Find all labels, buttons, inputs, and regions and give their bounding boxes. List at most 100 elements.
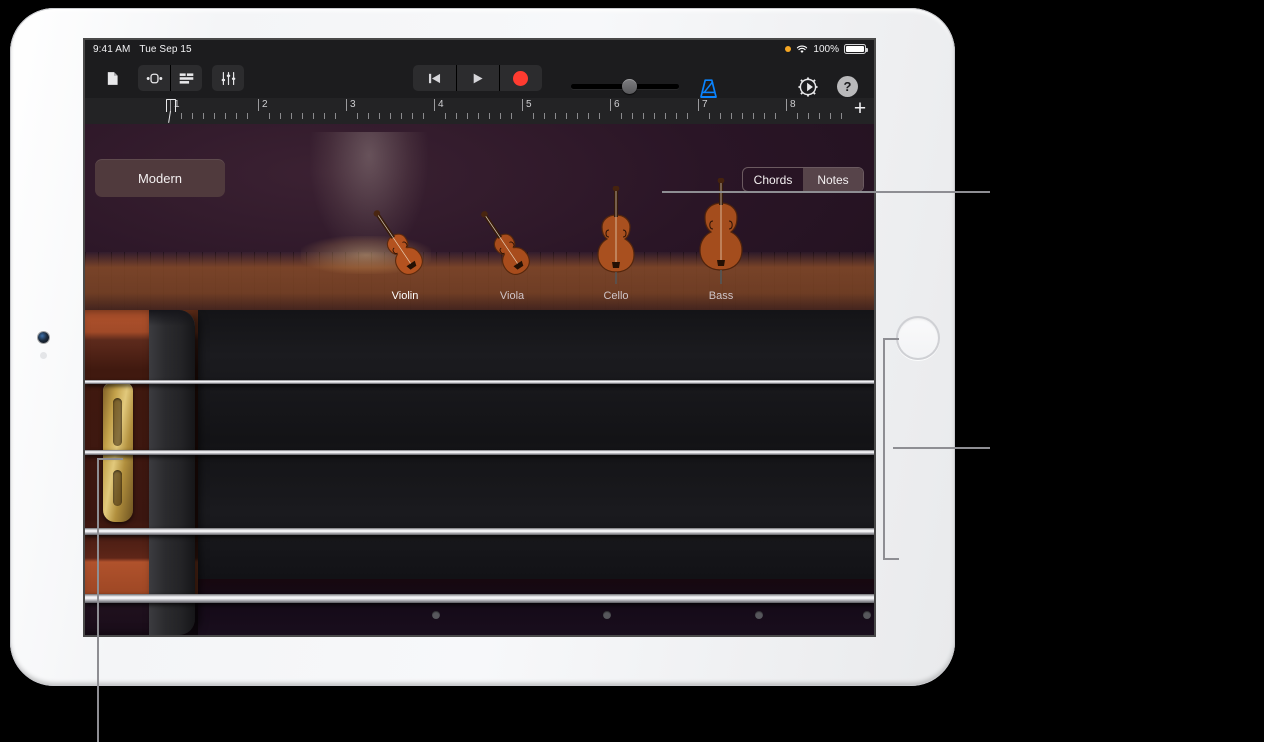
app-toolbar: ? bbox=[85, 58, 874, 99]
string-nut bbox=[149, 310, 195, 635]
callout-tuning-pegs-stub bbox=[97, 458, 123, 460]
nut-top-shade bbox=[149, 310, 195, 326]
playhead[interactable] bbox=[166, 98, 177, 124]
instrument-cello[interactable]: Cello bbox=[585, 185, 647, 302]
beat-tick bbox=[236, 113, 237, 119]
status-bar: 9:41 AM Tue Sep 15 100% bbox=[85, 40, 874, 58]
beat-tick bbox=[291, 113, 292, 119]
beat-tick bbox=[192, 113, 193, 119]
instrument-violin-label: Violin bbox=[391, 290, 419, 302]
beat-tick bbox=[401, 113, 402, 119]
beat-tick bbox=[511, 113, 512, 119]
position-marker-2 bbox=[603, 611, 611, 619]
tab-notes[interactable]: Notes bbox=[803, 168, 863, 191]
beat-tick bbox=[830, 113, 831, 119]
instrument-viola-label: Viola bbox=[499, 290, 525, 302]
beat-tick bbox=[533, 113, 534, 119]
beat-tick bbox=[489, 113, 490, 119]
rewind-icon[interactable] bbox=[413, 65, 456, 91]
bar-number-label: 8 bbox=[790, 99, 796, 110]
callout-strings-bracket-top bbox=[883, 338, 899, 340]
instrument-violin[interactable]: Violin bbox=[366, 200, 444, 302]
beat-tick bbox=[687, 113, 688, 119]
position-marker-3 bbox=[755, 611, 763, 619]
callout-strings-bracket-bottom bbox=[883, 558, 899, 560]
beat-tick bbox=[654, 113, 655, 119]
beat-tick bbox=[412, 113, 413, 119]
beat-tick bbox=[445, 113, 446, 119]
beat-tick bbox=[467, 113, 468, 119]
bar-number-label: 4 bbox=[438, 99, 444, 110]
status-date: Tue Sep 15 bbox=[139, 43, 192, 55]
bar-number-label: 2 bbox=[262, 99, 268, 110]
beat-tick bbox=[588, 113, 589, 119]
add-track-button[interactable]: + bbox=[850, 98, 870, 121]
instrument-viola[interactable]: Viola bbox=[475, 202, 549, 302]
instrument-bass-label: Bass bbox=[708, 290, 734, 302]
wifi-icon bbox=[797, 45, 808, 53]
tab-chords[interactable]: Chords bbox=[743, 168, 803, 191]
beat-tick bbox=[313, 113, 314, 119]
beat-tick bbox=[500, 113, 501, 119]
bar-number-label: 5 bbox=[526, 99, 532, 110]
battery-icon bbox=[844, 44, 868, 54]
front-camera-icon bbox=[38, 332, 49, 343]
beat-tick bbox=[478, 113, 479, 119]
play-icon[interactable] bbox=[456, 65, 499, 91]
beat-tick bbox=[676, 113, 677, 119]
callout-instrument-selector bbox=[662, 191, 990, 193]
beat-tick bbox=[335, 113, 336, 119]
beat-tick bbox=[841, 113, 842, 119]
my-songs-icon[interactable] bbox=[96, 65, 128, 91]
beat-tick bbox=[599, 113, 600, 119]
beat-tick bbox=[632, 113, 633, 119]
mixer-fx-icon[interactable] bbox=[212, 65, 244, 91]
volume-slider-knob[interactable] bbox=[622, 79, 637, 94]
beat-tick bbox=[742, 113, 743, 119]
beat-tick bbox=[577, 113, 578, 119]
beat-tick bbox=[456, 113, 457, 119]
beat-tick bbox=[731, 113, 732, 119]
string-2[interactable] bbox=[85, 450, 874, 455]
beat-tick bbox=[544, 113, 545, 119]
status-time: 9:41 AM bbox=[93, 43, 131, 55]
chords-notes-toggle: Chords Notes bbox=[742, 167, 864, 192]
record-icon[interactable] bbox=[499, 65, 542, 91]
beat-tick bbox=[368, 113, 369, 119]
tracks-view-icon[interactable] bbox=[170, 65, 202, 91]
instrument-bass[interactable]: Bass bbox=[690, 177, 752, 302]
beat-tick bbox=[709, 113, 710, 119]
bar-number-label: 7 bbox=[702, 99, 708, 110]
ruler-marks: 12345678 bbox=[85, 98, 864, 124]
callout-strings-bracket-leader bbox=[893, 447, 990, 449]
beat-tick bbox=[566, 113, 567, 119]
string-4[interactable] bbox=[85, 594, 874, 603]
beat-tick bbox=[797, 113, 798, 119]
master-volume-slider[interactable] bbox=[571, 79, 679, 94]
beat-tick bbox=[720, 113, 721, 119]
beat-tick bbox=[247, 113, 248, 119]
preset-name-button[interactable]: Modern bbox=[95, 159, 225, 197]
help-button[interactable]: ? bbox=[837, 76, 858, 97]
beat-tick bbox=[379, 113, 380, 119]
position-marker-1 bbox=[432, 611, 440, 619]
beat-tick bbox=[643, 113, 644, 119]
screenshot-canvas: 9:41 AM Tue Sep 15 100% ? 1 2 3 4 5 6 7 … bbox=[0, 0, 1264, 742]
view-toggle-group bbox=[138, 65, 202, 91]
timeline-ruler[interactable]: 12345678 + bbox=[85, 98, 874, 124]
loop-browser-icon[interactable] bbox=[138, 65, 170, 91]
beat-tick bbox=[280, 113, 281, 119]
beat-tick bbox=[357, 113, 358, 119]
string-1[interactable] bbox=[85, 380, 874, 384]
beat-tick bbox=[203, 113, 204, 119]
string-3[interactable] bbox=[85, 528, 874, 535]
beat-tick bbox=[555, 113, 556, 119]
instrument-cello-label: Cello bbox=[603, 290, 629, 302]
beat-tick bbox=[390, 113, 391, 119]
home-button[interactable] bbox=[896, 316, 940, 360]
beat-tick bbox=[324, 113, 325, 119]
string-instrument-fretboard[interactable] bbox=[85, 310, 874, 635]
beat-tick bbox=[423, 113, 424, 119]
battery-percent: 100% bbox=[813, 43, 839, 55]
orange-dot-icon bbox=[785, 46, 792, 52]
